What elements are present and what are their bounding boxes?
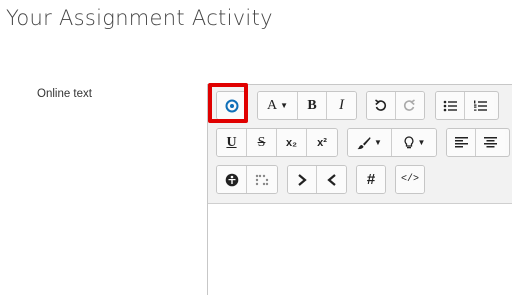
code-label: </>	[400, 174, 419, 185]
insert-hash-button[interactable]: #	[357, 166, 385, 193]
indent-button[interactable]	[288, 166, 317, 193]
accessibility-icon	[225, 173, 238, 186]
toolbar-toggle-button[interactable]	[217, 92, 246, 119]
chevron-down-icon: ▼	[374, 138, 382, 147]
color-group: ▼ ▼	[347, 128, 437, 157]
accessibility-checker-button[interactable]	[217, 166, 247, 193]
outdent-icon	[326, 173, 336, 186]
underline-label: U	[226, 134, 237, 150]
background-color-button[interactable]: ▼	[392, 129, 436, 156]
italic-button[interactable]: I	[327, 92, 356, 119]
indent-icon	[298, 173, 307, 186]
unordered-list-button[interactable]	[436, 92, 465, 119]
subscript-button[interactable]: x₂	[277, 129, 307, 156]
toggle-toolbar-icon	[225, 99, 238, 112]
screenreader-helper-button[interactable]	[247, 166, 277, 193]
accessibility-group	[216, 165, 278, 194]
online-text-label: Online text	[37, 88, 92, 100]
font-size-button[interactable]: A ▼	[258, 92, 298, 119]
page-title: Your Assignment Activity	[6, 6, 273, 30]
superscript-button[interactable]: x²	[307, 129, 337, 156]
outdent-button[interactable]	[317, 166, 346, 193]
toolbar-toggle-group	[216, 91, 247, 120]
text-format-group: U S x₂ x²	[216, 128, 338, 157]
font-style-group: A ▼ B I	[257, 91, 357, 120]
text-editor: A ▼ B I U S x₂ x² ▼ ▼ # </>	[207, 84, 512, 295]
font-size-label: A	[266, 97, 278, 113]
italic-label: I	[339, 97, 344, 113]
underline-button[interactable]: U	[217, 129, 247, 156]
ordered-list-icon	[473, 100, 487, 111]
align-center-button[interactable]	[476, 129, 505, 156]
align-left-icon	[454, 137, 468, 148]
html-group: </>	[395, 165, 425, 194]
align-center-icon	[484, 137, 497, 148]
subscript-label: x₂	[285, 136, 297, 149]
undo-icon	[375, 99, 387, 111]
editor-toolbar: A ▼ B I U S x₂ x² ▼ ▼ # </>	[208, 85, 512, 204]
equation-group: #	[356, 165, 386, 194]
lightbulb-icon	[404, 135, 414, 148]
unordered-list-icon	[443, 100, 457, 111]
align-left-button[interactable]	[447, 129, 476, 156]
braille-icon	[255, 174, 269, 185]
indent-group	[287, 165, 347, 194]
strikethrough-button[interactable]: S	[247, 129, 277, 156]
redo-icon	[404, 99, 416, 111]
bold-button[interactable]: B	[298, 92, 327, 119]
bold-label: B	[307, 97, 317, 113]
undo-button[interactable]	[367, 92, 396, 119]
redo-button[interactable]	[395, 92, 424, 119]
chevron-down-icon: ▼	[280, 101, 289, 110]
history-group	[366, 91, 425, 120]
strikethrough-label: S	[257, 134, 266, 150]
align-group	[446, 128, 510, 157]
chevron-down-icon: ▼	[417, 138, 426, 147]
editor-content-area[interactable]	[208, 204, 512, 295]
html-source-button[interactable]: </>	[396, 166, 424, 193]
hash-label: #	[366, 171, 376, 188]
brush-icon	[357, 136, 371, 149]
list-group	[435, 91, 499, 120]
superscript-label: x²	[317, 136, 327, 149]
text-color-button[interactable]: ▼	[348, 129, 393, 156]
ordered-list-button[interactable]	[465, 92, 494, 119]
